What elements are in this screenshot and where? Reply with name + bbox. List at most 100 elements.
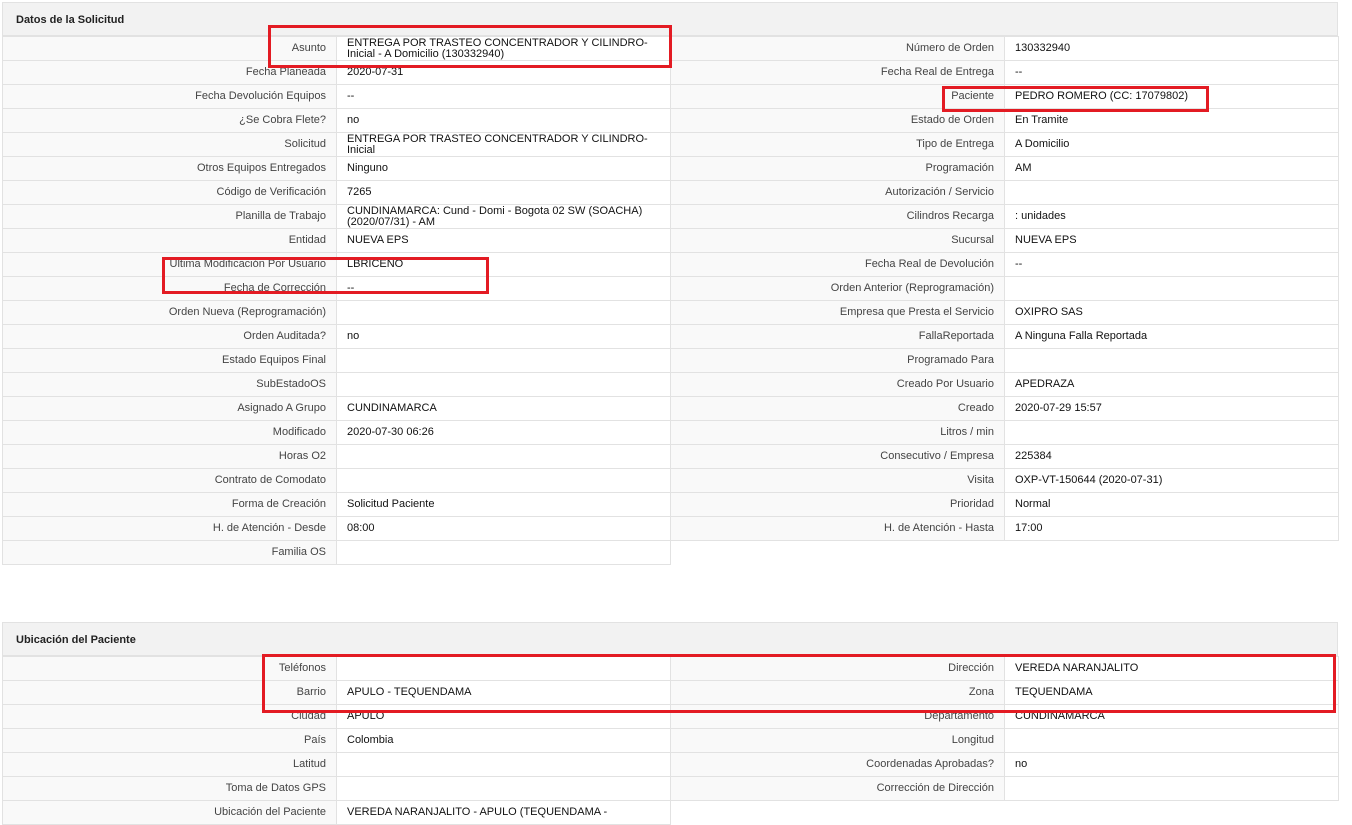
field-value-pais: Colombia xyxy=(336,728,671,753)
field-value-horas-o2 xyxy=(336,444,671,469)
table-row: Entidad NUEVA EPS Sucursal NUEVA EPS xyxy=(2,228,1339,253)
field-label-fecha-real-de-entrega: Fecha Real de Entrega xyxy=(670,60,1005,85)
field-label-departamento: Departamento xyxy=(670,704,1005,729)
field-value-orden-nueva-reprogramacion xyxy=(336,300,671,325)
field-value-estado-de-orden: En Tramite xyxy=(1004,108,1339,133)
field-label-orden-anterior-reprogramacion: Orden Anterior (Reprogramación) xyxy=(670,276,1005,301)
field-label-asunto: Asunto xyxy=(2,36,337,61)
table-row: Ubicación del Paciente VEREDA NARANJALITO… xyxy=(2,800,1339,825)
field-label-asignado-a-grupo: Asignado A Grupo xyxy=(2,396,337,421)
field-label-orden-auditada: Orden Auditada? xyxy=(2,324,337,349)
field-label-longitud: Longitud xyxy=(670,728,1005,753)
field-label-autorizacion-servicio: Autorización / Servicio xyxy=(670,180,1005,205)
table-row: ¿Se Cobra Flete? no Estado de Orden En Tram… xyxy=(2,108,1339,133)
section-ubicacion-paciente: Ubicación del Paciente Teléfonos Direcció… xyxy=(2,622,1339,825)
field-value-consecutivo-empresa: 225384 xyxy=(1004,444,1339,469)
field-value-correccion-de-direccion xyxy=(1004,776,1339,801)
field-value-autorizacion-servicio xyxy=(1004,180,1339,205)
field-value-modificado: 2020-07-30 06:26 xyxy=(336,420,671,445)
table-row: Planilla de Trabajo CUNDINAMARCA: Cund - … xyxy=(2,204,1339,229)
table-row: SubEstadoOS Creado Por Usuario APEDRAZA xyxy=(2,372,1339,397)
field-value-h-de-atencion-hasta: 17:00 xyxy=(1004,516,1339,541)
table-row: Otros Equipos Entregados Ninguno Programac… xyxy=(2,156,1339,181)
empty-cell xyxy=(670,540,1005,565)
field-value-prioridad: Normal xyxy=(1004,492,1339,517)
field-label-toma-de-datos-gps: Toma de Datos GPS xyxy=(2,776,337,801)
field-value-numero-de-orden: 130332940 xyxy=(1004,36,1339,61)
field-value-contrato-de-comodato xyxy=(336,468,671,493)
empty-cell xyxy=(1004,540,1339,565)
field-value-estado-equipos-final xyxy=(336,348,671,373)
field-label-ciudad: Ciudad xyxy=(2,704,337,729)
field-value-ciudad: APULO xyxy=(336,704,671,729)
datos-solicitud-table: Asunto ENTREGA POR TRASTEO CONCENTRADOR Y… xyxy=(2,36,1339,565)
field-value-cilindros-recarga: : unidades xyxy=(1004,204,1339,229)
table-row: Barrio APULO - TEQUENDAMA Zona TEQUENDAMA xyxy=(2,680,1339,705)
field-label-programacion: Programación xyxy=(670,156,1005,181)
field-value-otros-equipos-entregados: Ninguno xyxy=(336,156,671,181)
field-value-planilla-de-trabajo: CUNDINAMARCA: Cund - Domi - Bogota 02 SW… xyxy=(336,204,671,229)
field-label-fecha-de-correccion: Fecha de Corrección xyxy=(2,276,337,301)
field-label-fecha-devolucion-equipos: Fecha Devolución Equipos xyxy=(2,84,337,109)
table-row: Teléfonos Dirección VEREDA NARANJALITO xyxy=(2,656,1339,681)
table-row: Contrato de Comodato Visita OXP-VT-150644 … xyxy=(2,468,1339,493)
field-label-entidad: Entidad xyxy=(2,228,337,253)
field-label-ubicacion-del-paciente: Ubicación del Paciente xyxy=(2,800,337,825)
field-label-pais: País xyxy=(2,728,337,753)
field-label-familia-os: Familia OS xyxy=(2,540,337,565)
table-row: H. de Atención - Desde 08:00 H. de Atenció… xyxy=(2,516,1339,541)
field-value-programado-para xyxy=(1004,348,1339,373)
field-value-fallareportada: A Ninguna Falla Reportada xyxy=(1004,324,1339,349)
field-value-latitud xyxy=(336,752,671,777)
table-row: Asignado A Grupo CUNDINAMARCA Creado 2020-0… xyxy=(2,396,1339,421)
section-title: Ubicación del Paciente xyxy=(2,622,1338,656)
field-label-horas-o2: Horas O2 xyxy=(2,444,337,469)
empty-cell xyxy=(1004,800,1339,825)
table-row: Asunto ENTREGA POR TRASTEO CONCENTRADOR Y… xyxy=(2,36,1339,61)
field-label-contrato-de-comodato: Contrato de Comodato xyxy=(2,468,337,493)
table-row: Ciudad APULO Departamento CUNDINAMARCA xyxy=(2,704,1339,729)
field-value-familia-os xyxy=(336,540,671,565)
field-label-correccion-de-direccion: Corrección de Dirección xyxy=(670,776,1005,801)
field-value-fecha-real-de-devolucion: -- xyxy=(1004,252,1339,277)
field-value-creado-por-usuario: APEDRAZA xyxy=(1004,372,1339,397)
field-value-h-de-atencion-desde: 08:00 xyxy=(336,516,671,541)
field-value-forma-de-creacion: Solicitud Paciente xyxy=(336,492,671,517)
field-value-entidad: NUEVA EPS xyxy=(336,228,671,253)
field-label-subestadoos: SubEstadoOS xyxy=(2,372,337,397)
field-label-barrio: Barrio xyxy=(2,680,337,705)
table-row: Ultima Modificación Por Usuario LBRICENO F… xyxy=(2,252,1339,277)
field-label-tipo-de-entrega: Tipo de Entrega xyxy=(670,132,1005,157)
field-label-visita: Visita xyxy=(670,468,1005,493)
table-row: Código de Verificación 7265 Autorización /… xyxy=(2,180,1339,205)
field-label-solicitud: Solicitud xyxy=(2,132,337,157)
table-row: País Colombia Longitud xyxy=(2,728,1339,753)
section-datos-solicitud: Datos de la Solicitud Asunto ENTREGA POR … xyxy=(2,2,1339,565)
field-label-litros-min: Litros / min xyxy=(670,420,1005,445)
field-label-empresa-que-presta-el-servicio: Empresa que Presta el Servicio xyxy=(670,300,1005,325)
field-label-planilla-de-trabajo: Planilla de Trabajo xyxy=(2,204,337,229)
field-label-se-cobra-flete: ¿Se Cobra Flete? xyxy=(2,108,337,133)
field-value-ultima-modificacion-por-usuario: LBRICENO xyxy=(336,252,671,277)
field-value-direccion: VEREDA NARANJALITO xyxy=(1004,656,1339,681)
field-value-fecha-devolucion-equipos: -- xyxy=(336,84,671,109)
field-label-estado-de-orden: Estado de Orden xyxy=(670,108,1005,133)
field-value-orden-auditada: no xyxy=(336,324,671,349)
table-row: Fecha de Corrección -- Orden Anterior (Rep… xyxy=(2,276,1339,301)
field-label-h-de-atencion-hasta: H. de Atención - Hasta xyxy=(670,516,1005,541)
table-row: Fecha Planeada 2020-07-31 Fecha Real de En… xyxy=(2,60,1339,85)
table-row: Forma de Creación Solicitud Paciente Prior… xyxy=(2,492,1339,517)
field-value-subestadoos xyxy=(336,372,671,397)
field-label-h-de-atencion-desde: H. de Atención - Desde xyxy=(2,516,337,541)
field-label-coordenadas-aprobadas: Coordenadas Aprobadas? xyxy=(670,752,1005,777)
field-value-litros-min xyxy=(1004,420,1339,445)
field-value-ubicacion-del-paciente: VEREDA NARANJALITO - APULO (TEQUENDAMA - xyxy=(336,800,671,825)
field-value-telefonos xyxy=(336,656,671,681)
field-value-toma-de-datos-gps xyxy=(336,776,671,801)
field-value-longitud xyxy=(1004,728,1339,753)
field-label-modificado: Modificado xyxy=(2,420,337,445)
field-value-codigo-de-verificacion: 7265 xyxy=(336,180,671,205)
field-label-direccion: Dirección xyxy=(670,656,1005,681)
field-value-fecha-planeada: 2020-07-31 xyxy=(336,60,671,85)
field-value-fecha-de-correccion: -- xyxy=(336,276,671,301)
